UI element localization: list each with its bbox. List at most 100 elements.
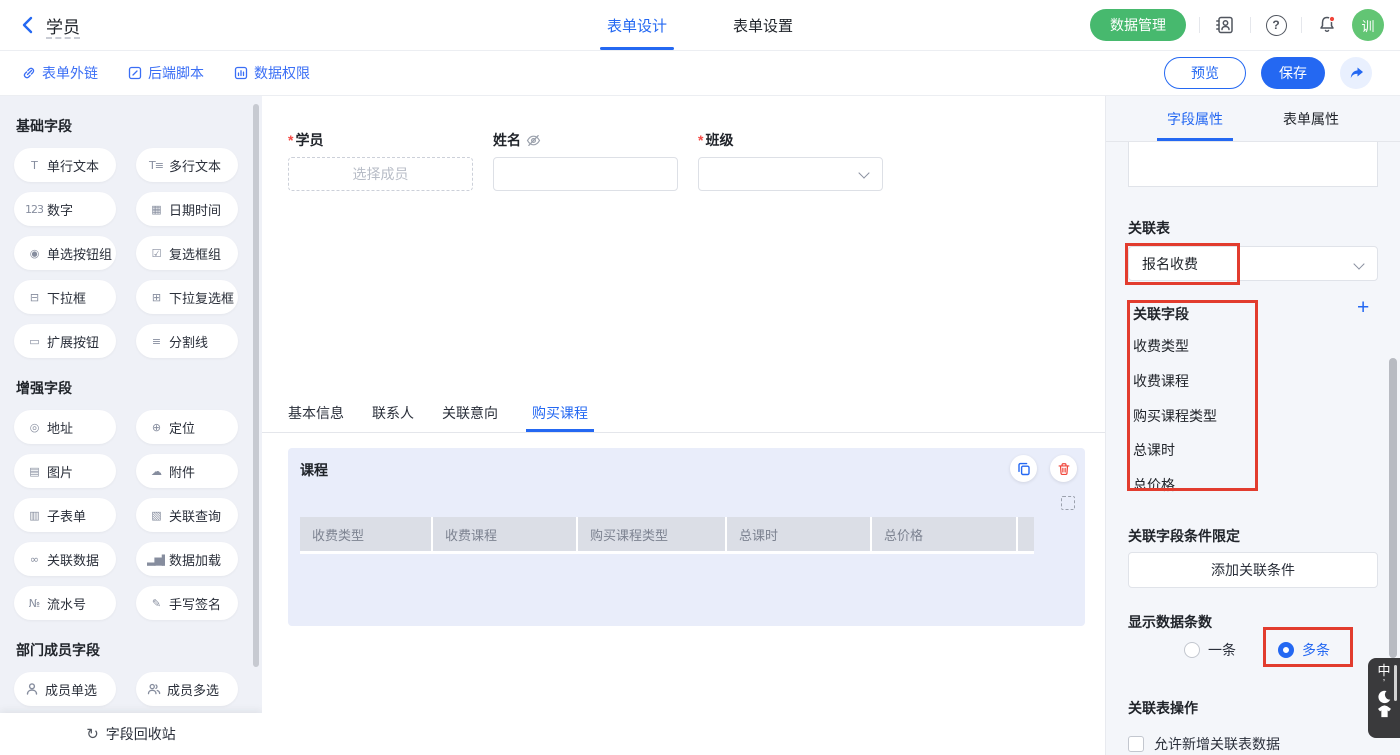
pill-location[interactable]: ⊕定位 bbox=[136, 410, 238, 444]
pill-related-data[interactable]: ∞关联数据 bbox=[14, 542, 116, 576]
pill-multi-line-text[interactable]: T≡多行文本 bbox=[136, 148, 238, 182]
data-permission-link[interactable]: 数据权限 bbox=[234, 63, 310, 83]
tab-form-settings[interactable]: 表单设置 bbox=[733, 0, 793, 50]
related-table-value: 报名收费 bbox=[1142, 254, 1198, 274]
delete-widget-button[interactable] bbox=[1050, 455, 1077, 482]
share-button[interactable] bbox=[1340, 57, 1372, 89]
moon-icon[interactable] bbox=[1377, 690, 1391, 704]
col-fee-course: 收费课程 bbox=[433, 517, 576, 551]
radio-unchecked bbox=[1184, 642, 1200, 658]
table-ops-label: 关联表操作 bbox=[1128, 698, 1198, 718]
display-count-radio-group: 一条 多条 bbox=[1106, 640, 1400, 658]
pill-radio-group[interactable]: ◉单选按钮组 bbox=[14, 236, 116, 270]
pill-address[interactable]: ◎地址 bbox=[14, 410, 116, 444]
member-select-input[interactable]: 选择成员 bbox=[288, 157, 473, 191]
related-field-item[interactable]: 总价格 bbox=[1133, 475, 1175, 495]
tab-form-design[interactable]: 表单设计 bbox=[607, 0, 667, 50]
preview-button[interactable]: 预览 bbox=[1164, 57, 1246, 89]
address-pin-icon: ◎ bbox=[25, 421, 43, 434]
name-text-input[interactable] bbox=[493, 157, 678, 191]
tab-purchase-course[interactable]: 购买课程 bbox=[526, 405, 594, 432]
ime-language-toggle[interactable]: 中 bbox=[1377, 663, 1390, 678]
data-load-chart-icon: ▂▅▇ bbox=[147, 553, 165, 566]
form-fields-row: *学员 选择成员 姓名 *班级 bbox=[288, 132, 1105, 191]
help-icon[interactable]: ? bbox=[1264, 13, 1288, 37]
pill-member-multi[interactable]: 成员多选 bbox=[136, 672, 238, 706]
tab-field-properties[interactable]: 字段属性 bbox=[1167, 96, 1223, 141]
recycle-icon: ↻ bbox=[86, 725, 99, 743]
related-field-item[interactable]: 收费课程 bbox=[1133, 371, 1189, 391]
allow-add-related-data-option[interactable]: 允许新增关联表数据 bbox=[1128, 734, 1280, 754]
pill-subform[interactable]: ▥子表单 bbox=[14, 498, 116, 532]
attachment-cloud-icon: ☁ bbox=[147, 465, 165, 478]
field-class[interactable]: *班级 bbox=[698, 132, 883, 191]
copy-widget-button[interactable] bbox=[1010, 455, 1037, 482]
trash-icon bbox=[1057, 462, 1071, 476]
save-button[interactable]: 保存 bbox=[1261, 57, 1325, 89]
permission-icon bbox=[234, 66, 248, 80]
pill-divider[interactable]: ≡分割线 bbox=[136, 324, 238, 358]
dropdown-multi-icon: ⊞ bbox=[147, 291, 165, 304]
separator bbox=[1301, 17, 1302, 33]
pill-dropdown[interactable]: ⊟下拉框 bbox=[14, 280, 116, 314]
dropdown-icon: ⊟ bbox=[25, 291, 43, 304]
ime-toolbar[interactable]: 中 ’ bbox=[1368, 658, 1400, 738]
pill-attachment[interactable]: ☁附件 bbox=[136, 454, 238, 488]
shirt-skin-icon[interactable] bbox=[1377, 705, 1392, 718]
related-field-item[interactable]: 收费类型 bbox=[1133, 336, 1189, 356]
course-related-data-widget[interactable]: 课程 收费类型 收费课程 购买课程类型 总课时 bbox=[288, 448, 1085, 626]
avatar[interactable]: 训 bbox=[1352, 9, 1384, 41]
tab-related-intent[interactable]: 关联意向 bbox=[442, 405, 498, 432]
pill-related-query[interactable]: ▧关联查询 bbox=[136, 498, 238, 532]
pill-data-load[interactable]: ▂▅▇数据加载 bbox=[136, 542, 238, 576]
tab-form-properties[interactable]: 表单属性 bbox=[1283, 96, 1339, 141]
field-student[interactable]: *学员 选择成员 bbox=[288, 132, 473, 191]
field-description-input[interactable] bbox=[1128, 142, 1378, 187]
radio-multiple-records[interactable]: 多条 bbox=[1278, 640, 1330, 660]
field-class-label: *班级 bbox=[698, 132, 883, 148]
pill-image[interactable]: ▤图片 bbox=[14, 454, 116, 488]
field-recycle-bin[interactable]: ↻ 字段回收站 bbox=[0, 713, 262, 755]
tab-contacts[interactable]: 联系人 bbox=[372, 405, 414, 432]
pill-single-line-text[interactable]: T单行文本 bbox=[14, 148, 116, 182]
serial-number-icon: № bbox=[25, 597, 43, 610]
pill-datetime[interactable]: ▦日期时间 bbox=[136, 192, 238, 226]
form-canvas: *学员 选择成员 姓名 *班级 基本信 bbox=[262, 96, 1105, 755]
tab-basic-info[interactable]: 基本信息 bbox=[288, 405, 344, 432]
related-table-select[interactable]: 报名收费 bbox=[1128, 246, 1378, 281]
sidebar-scrollbar[interactable] bbox=[253, 104, 259, 667]
properties-tabs: 字段属性 表单属性 bbox=[1106, 96, 1400, 142]
pill-extend-button[interactable]: ▭扩展按钮 bbox=[14, 324, 116, 358]
class-select-input[interactable] bbox=[698, 157, 883, 191]
pill-serial-number[interactable]: №流水号 bbox=[14, 586, 116, 620]
pill-number[interactable]: 123数字 bbox=[14, 192, 116, 226]
pill-checkbox-group[interactable]: ☑复选框组 bbox=[136, 236, 238, 270]
copy-icon bbox=[1017, 462, 1031, 476]
expand-icon[interactable] bbox=[1061, 496, 1075, 510]
ime-punctuation-toggle[interactable]: ’ bbox=[1383, 679, 1385, 689]
col-purchase-course-type: 购买课程类型 bbox=[578, 517, 725, 551]
basic-fields-grid: T单行文本 T≡多行文本 123数字 ▦日期时间 ◉单选按钮组 ☑复选框组 ⊟下… bbox=[14, 148, 262, 358]
section-member-fields: 部门成员字段 bbox=[16, 640, 262, 660]
data-manage-button[interactable]: 数据管理 bbox=[1090, 9, 1186, 41]
field-name-label: 姓名 bbox=[493, 132, 678, 148]
backend-script-link[interactable]: 后端脚本 bbox=[128, 63, 204, 83]
contact-book-icon[interactable] bbox=[1213, 13, 1237, 37]
pill-member-single[interactable]: 成员单选 bbox=[14, 672, 116, 706]
add-related-field-button[interactable]: + bbox=[1357, 298, 1369, 318]
link-icon bbox=[22, 66, 36, 80]
related-field-item[interactable]: 总课时 bbox=[1133, 440, 1175, 460]
radio-one-record[interactable]: 一条 bbox=[1184, 640, 1236, 660]
related-field-item[interactable]: 购买课程类型 bbox=[1133, 406, 1217, 426]
checkbox-unchecked bbox=[1128, 736, 1144, 752]
pill-signature[interactable]: ✎手写签名 bbox=[136, 586, 238, 620]
col-fee-type: 收费类型 bbox=[300, 517, 431, 551]
pill-dropdown-multi[interactable]: ⊞下拉复选框 bbox=[136, 280, 238, 314]
page-scrollbar[interactable] bbox=[1389, 358, 1397, 658]
field-library-sidebar: 基础字段 T单行文本 T≡多行文本 123数字 ▦日期时间 ◉单选按钮组 ☑复选… bbox=[0, 96, 262, 755]
field-name[interactable]: 姓名 bbox=[493, 132, 678, 191]
canvas-tabs-wrap: 基本信息 联系人 关联意向 购买课程 bbox=[262, 405, 1105, 433]
notification-bell-icon[interactable] bbox=[1315, 13, 1339, 37]
add-condition-button[interactable]: 添加关联条件 bbox=[1128, 552, 1378, 588]
form-external-link[interactable]: 表单外链 bbox=[22, 63, 98, 83]
